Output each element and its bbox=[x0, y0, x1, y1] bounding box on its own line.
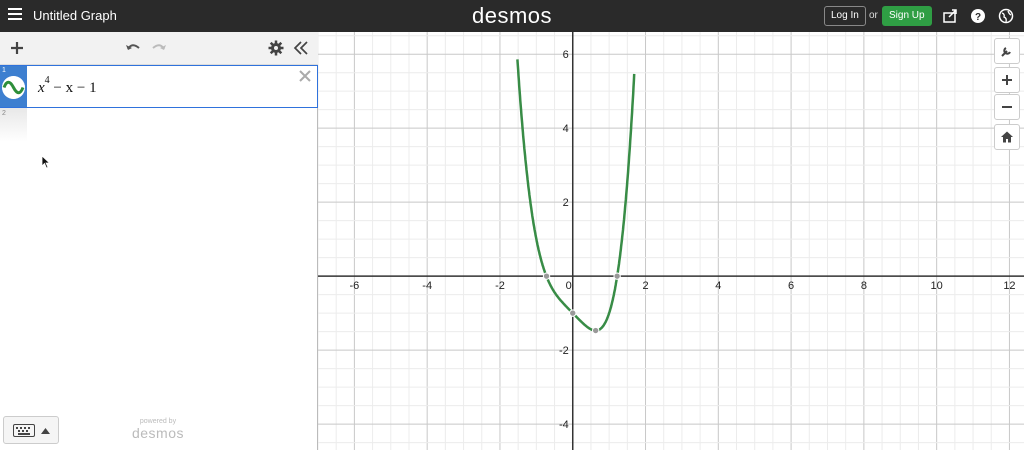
add-icon[interactable] bbox=[8, 39, 26, 57]
point-of-interest bbox=[569, 309, 577, 317]
share-icon[interactable] bbox=[942, 8, 958, 24]
expression-number: 2 bbox=[2, 110, 6, 117]
help-icon[interactable]: ? bbox=[970, 8, 986, 24]
zoom-out-icon bbox=[1002, 106, 1012, 108]
x-tick-label: -4 bbox=[422, 280, 432, 292]
x-tick-label: 6 bbox=[788, 280, 794, 292]
y-tick-label: 6 bbox=[563, 49, 569, 61]
y-tick-label: 4 bbox=[563, 123, 569, 135]
zoom-out-button[interactable] bbox=[994, 94, 1020, 120]
zoom-in-icon bbox=[1002, 75, 1012, 85]
mouse-cursor-icon bbox=[41, 155, 51, 169]
expression-row-1[interactable]: 1 x4 − x − 1 bbox=[0, 65, 318, 108]
undo-icon[interactable] bbox=[124, 39, 142, 57]
expression-tab[interactable]: 1 bbox=[0, 66, 27, 107]
chevron-up-icon bbox=[41, 428, 50, 434]
zoom-in-button[interactable] bbox=[994, 67, 1020, 93]
home-icon bbox=[1001, 131, 1013, 143]
point-of-interest bbox=[591, 326, 600, 335]
y-tick-label: -2 bbox=[559, 345, 569, 357]
powered-by-logo: desmos bbox=[131, 425, 185, 441]
close-icon[interactable] bbox=[297, 68, 313, 84]
expression-exponent: 4 bbox=[44, 75, 50, 86]
x-tick-label: 4 bbox=[715, 280, 721, 292]
globe-icon[interactable] bbox=[998, 8, 1014, 24]
x-tick-label: -2 bbox=[495, 280, 505, 292]
x-tick-label: 2 bbox=[642, 280, 648, 292]
settings-button[interactable] bbox=[994, 38, 1020, 64]
expression-panel: 1 x4 − x − 1 2 powered by desmos bbox=[0, 32, 318, 450]
graph-area[interactable]: -6 -4 -2 0 2 4 6 8 10 12 6 4 2 -2 -4 bbox=[318, 32, 1024, 450]
expression-toolbar bbox=[0, 32, 318, 65]
keyboard-icon bbox=[13, 424, 35, 437]
signup-button[interactable]: Sign Up bbox=[882, 6, 932, 26]
x-tick-label: 10 bbox=[931, 280, 943, 292]
y-tick-label: -4 bbox=[559, 419, 569, 431]
expression-row-2[interactable]: 2 bbox=[0, 108, 27, 142]
expression-rest: − x − 1 bbox=[49, 80, 97, 96]
x-tick-label: -6 bbox=[350, 280, 360, 292]
keyboard-toggle-button[interactable] bbox=[3, 416, 59, 444]
gear-icon[interactable] bbox=[267, 39, 285, 57]
top-bar: Untitled Graph desmos Log In or Sign Up … bbox=[0, 0, 1024, 32]
powered-by: powered by desmos bbox=[128, 418, 188, 441]
x-tick-label: 12 bbox=[1003, 280, 1015, 292]
expression-number: 1 bbox=[2, 67, 6, 74]
login-button[interactable]: Log In bbox=[824, 6, 866, 26]
wrench-icon bbox=[1001, 47, 1011, 57]
powered-by-label: powered by bbox=[139, 418, 177, 425]
graph-canvas[interactable]: -6 -4 -2 0 2 4 6 8 10 12 6 4 2 -2 -4 bbox=[318, 32, 1024, 450]
home-button[interactable] bbox=[994, 124, 1020, 150]
expression-input[interactable]: x4 − x − 1 bbox=[38, 75, 97, 97]
expression-base: x bbox=[38, 80, 45, 96]
svg-text:?: ? bbox=[975, 12, 981, 23]
x-tick-label: 8 bbox=[861, 280, 867, 292]
function-curve bbox=[516, 59, 636, 332]
graph-title[interactable]: Untitled Graph bbox=[33, 8, 117, 23]
point-of-interest bbox=[613, 272, 621, 280]
y-tick-label: 2 bbox=[563, 197, 569, 209]
collapse-icon[interactable] bbox=[292, 39, 310, 57]
point-of-interest bbox=[542, 272, 551, 280]
or-label: or bbox=[869, 10, 878, 21]
menu-icon[interactable] bbox=[8, 8, 22, 22]
redo-icon[interactable] bbox=[150, 39, 168, 57]
wave-icon[interactable] bbox=[2, 76, 25, 99]
x-tick-label: 0 bbox=[566, 280, 572, 292]
